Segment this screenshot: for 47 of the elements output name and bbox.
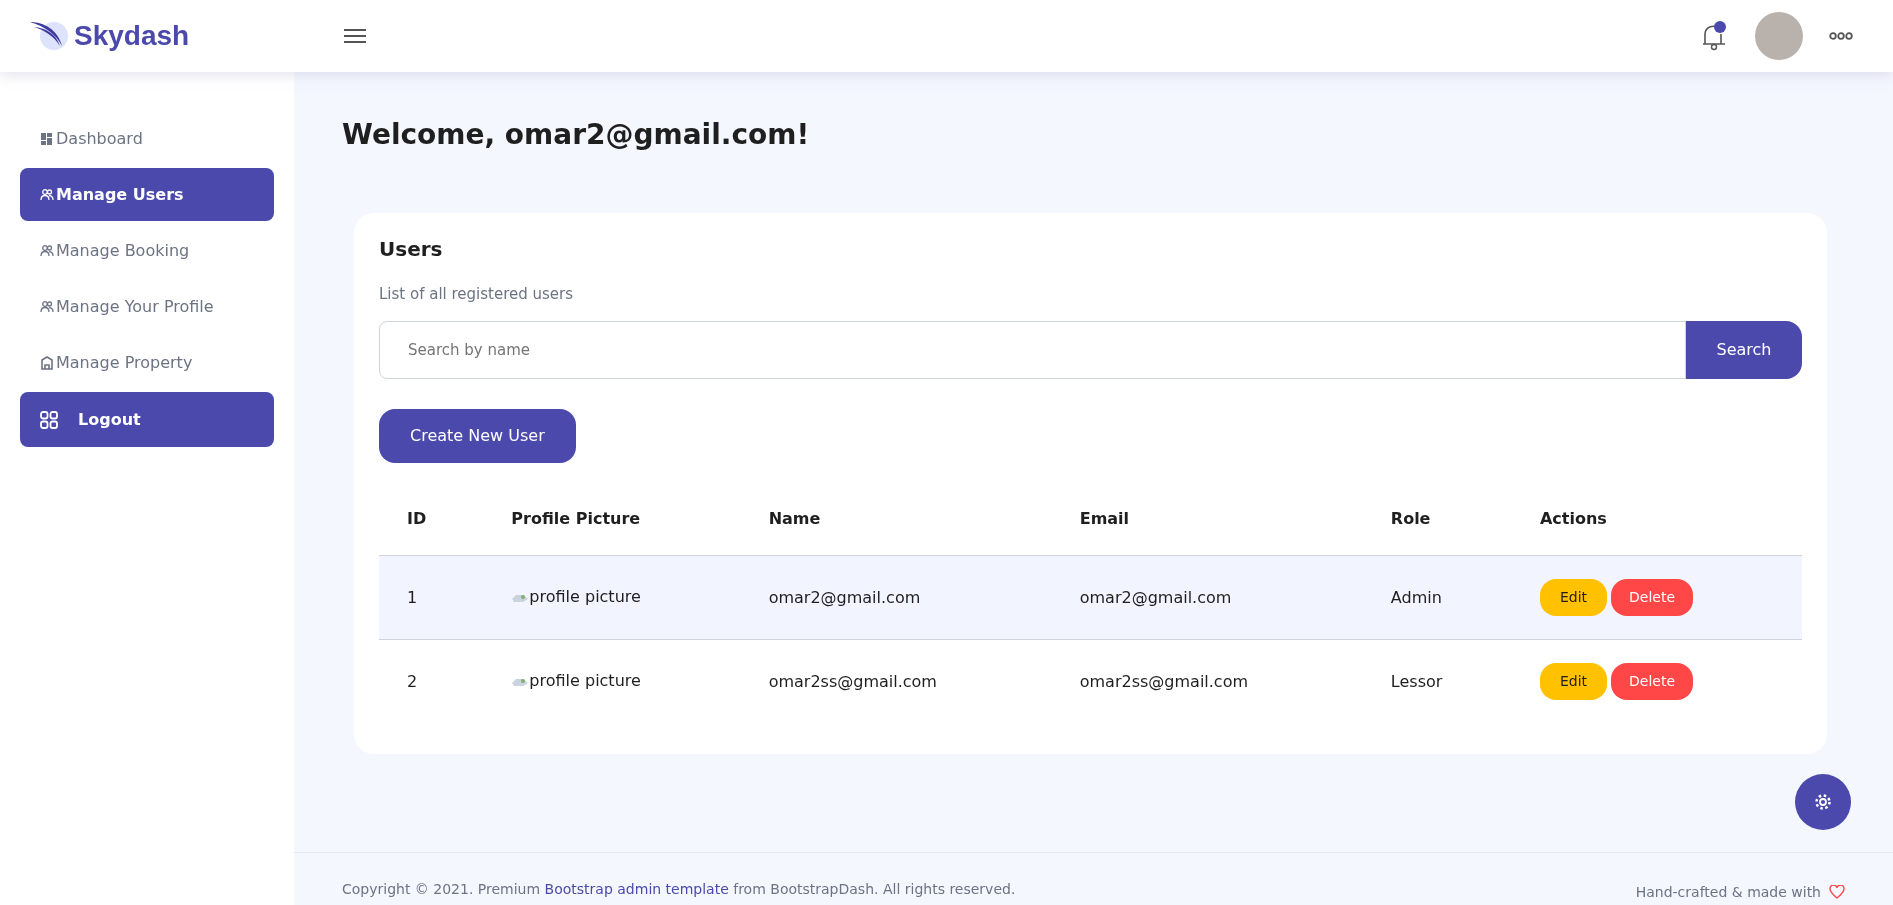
menu-icon[interactable]	[344, 28, 366, 44]
name-cell: omar2@gmail.com	[740, 555, 1052, 640]
role-cell: Lessor	[1362, 639, 1512, 724]
settings-icon	[1813, 792, 1833, 812]
grid-icon	[40, 410, 58, 429]
sidebar-item[interactable]: Manage Booking	[20, 224, 274, 277]
role-cell: Admin	[1362, 555, 1512, 640]
table-row[interactable]: 2 profile picture omar2ss@gmail.com omar2ss@gmail.com Lessor Edit Delete	[379, 639, 1802, 724]
search-button[interactable]: Search	[1686, 321, 1802, 380]
copyright-text: Copyright © 2021. Premium Bootstrap admin template from BootstrapDash. All rights reserved.	[342, 880, 1016, 899]
sidebar-item[interactable]: Dashboard	[20, 112, 274, 165]
users-icon	[40, 299, 54, 314]
made-with-text: Hand-crafted & made with	[1635, 882, 1821, 902]
column-header: Name	[740, 483, 1052, 556]
sidebar-item[interactable]: Manage Users	[20, 168, 274, 221]
search-field[interactable]: Search by name	[379, 321, 1686, 380]
logout-button[interactable]: Logout	[20, 392, 274, 447]
users-icon	[40, 187, 54, 202]
settings-button[interactable]	[1795, 774, 1851, 830]
edit-button[interactable]: Edit	[1539, 663, 1608, 701]
column-header: ID	[379, 483, 484, 556]
card-description: List of all registered users	[379, 283, 575, 305]
column-header: Role	[1362, 483, 1512, 556]
id-cell: 2	[379, 639, 484, 724]
email-cell: omar2ss@gmail.com	[1051, 639, 1363, 724]
create-user-button[interactable]: Create New User	[379, 409, 576, 464]
footer-link[interactable]: Bootstrap admin template	[544, 881, 729, 897]
column-header: Profile Picture	[483, 483, 741, 556]
column-header: Email	[1051, 483, 1363, 556]
users-icon	[40, 243, 54, 258]
profile-picture-alt-text: profile picture	[529, 670, 641, 693]
sidebar-item[interactable]: Manage Property	[20, 336, 274, 389]
sidebar-item[interactable]: Manage Your Profile	[20, 280, 274, 333]
card-title: Users	[379, 236, 444, 261]
email-cell: omar2@gmail.com	[1051, 555, 1363, 640]
column-header: Actions	[1511, 483, 1802, 556]
profile-picture-alt-text: profile picture	[529, 586, 641, 609]
house-icon	[40, 355, 54, 370]
table-row[interactable]: 1 profile picture omar2@gmail.com omar2@gmail.com Admin Edit Delete	[379, 555, 1802, 640]
brand-name[interactable]: Skydash	[74, 15, 190, 57]
edit-button[interactable]: Edit	[1539, 579, 1608, 617]
grid-icon	[40, 131, 54, 146]
id-cell: 1	[379, 555, 484, 640]
name-cell: omar2ss@gmail.com	[740, 639, 1052, 724]
more-icon[interactable]	[1829, 32, 1853, 40]
heart-icon	[1829, 885, 1845, 899]
welcome-heading: Welcome, omar2@gmail.com!	[342, 118, 811, 152]
